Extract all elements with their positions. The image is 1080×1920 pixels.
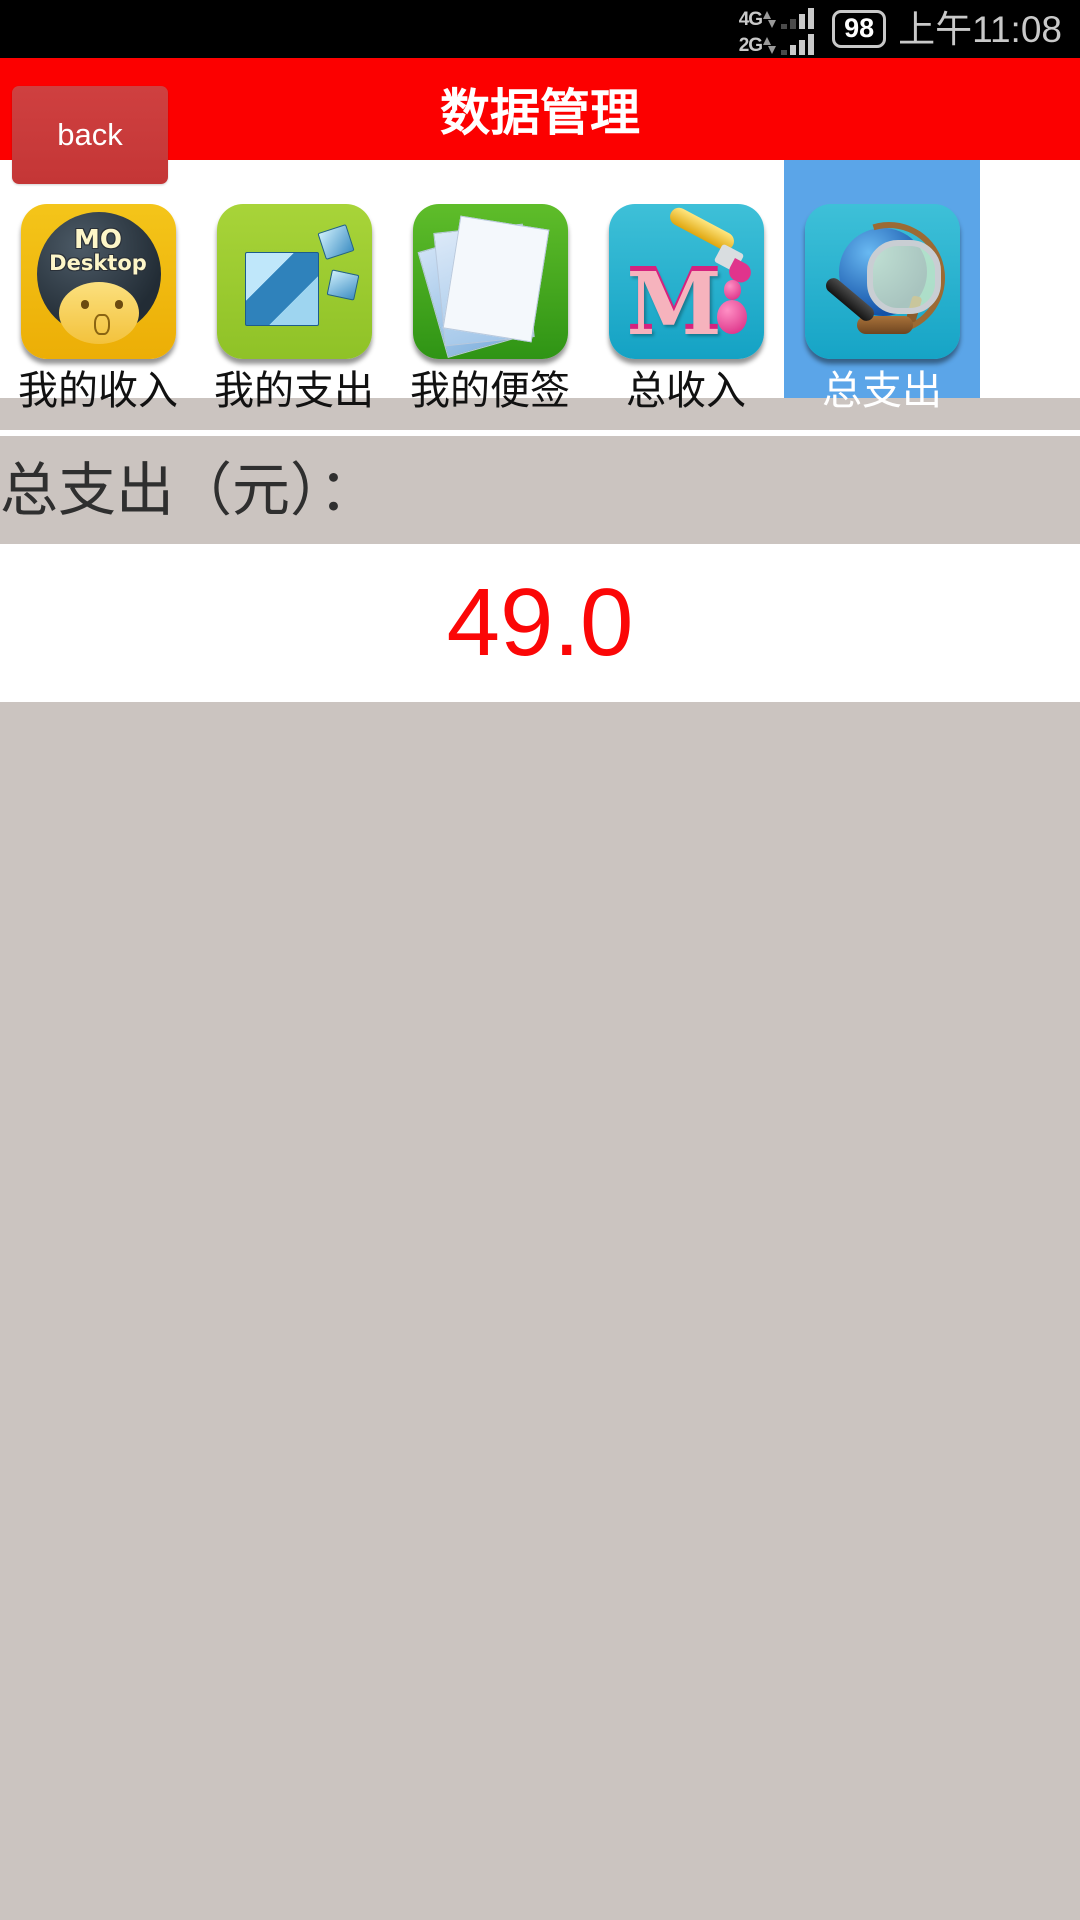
documents-icon	[412, 204, 568, 359]
network-secondary-label: 2G	[738, 35, 763, 56]
globe-magnifier-icon	[804, 204, 960, 359]
tab-my-expense[interactable]: 我的支出	[196, 160, 392, 413]
blue-cubes-icon	[216, 204, 372, 359]
signal-bars-secondary-icon	[778, 33, 815, 55]
tab-total-income[interactable]: M 总收入	[588, 160, 784, 413]
tab-my-notes[interactable]: 我的便签	[392, 160, 588, 413]
signal-bars-primary-icon	[778, 7, 815, 29]
mo-desktop-icon: MO Desktop	[20, 204, 176, 359]
network-row-primary: 4G	[738, 3, 815, 30]
content-empty-area	[0, 702, 1080, 1825]
total-expense-label: 总支出（元）：	[0, 456, 378, 524]
tab-label: 我的支出	[214, 368, 374, 414]
app-bar: 数据管理 back	[0, 58, 1080, 184]
total-expense-header-band: 总支出（元）：	[0, 436, 1080, 544]
tab-my-income[interactable]: MO Desktop 我的收入	[0, 160, 196, 413]
tab-strip: MO Desktop 我的收入 我的支出 我的便签 M 总收入 总支出	[0, 160, 1080, 413]
total-expense-value-row: 49.0	[0, 544, 1080, 702]
data-transfer-icon	[763, 36, 777, 55]
network-indicators: 4G 2G	[738, 3, 815, 56]
tab-total-expense[interactable]: 总支出	[784, 160, 980, 413]
back-button[interactable]: back	[12, 86, 168, 184]
total-expense-value: 49.0	[446, 569, 634, 676]
data-transfer-icon	[763, 10, 777, 29]
battery-indicator: 98	[832, 10, 887, 48]
tab-label: 总支出	[822, 368, 942, 414]
network-primary-label: 4G	[738, 9, 763, 30]
status-bar-clock: 上午11:08	[898, 8, 1062, 50]
tab-label: 我的便签	[410, 368, 570, 414]
status-bar: 4G 2G 98 上午11:08	[0, 0, 1080, 58]
tab-label: 我的收入	[18, 368, 178, 414]
tab-label: 总收入	[626, 368, 746, 414]
network-row-secondary: 2G	[738, 29, 815, 56]
paint-m-icon: M	[608, 204, 764, 359]
